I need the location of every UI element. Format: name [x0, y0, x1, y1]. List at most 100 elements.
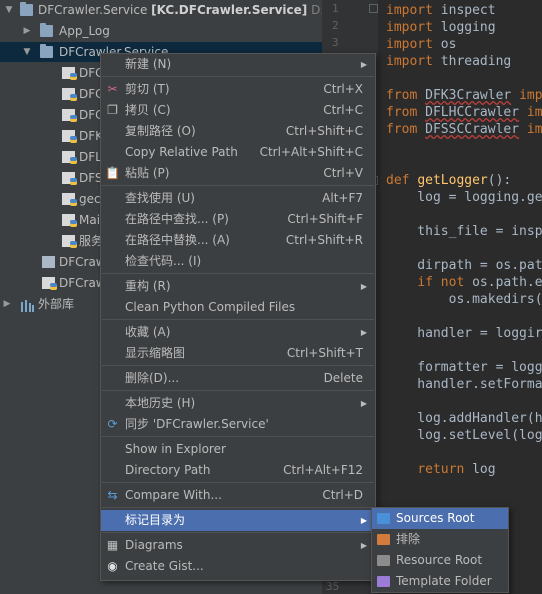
python-file-icon: [62, 67, 77, 80]
menu-item-mark-directory-as[interactable]: 标记目录为 ▶: [101, 510, 375, 531]
submenu-arrow-icon: ▶: [360, 516, 367, 525]
code-line[interactable]: log.addHandler(h: [386, 410, 542, 427]
expand-arrow-icon[interactable]: ▼: [4, 0, 14, 20]
python-file-icon: [62, 235, 77, 248]
tree-item-app-log[interactable]: ▶ App_Log: [0, 21, 322, 41]
python-file-icon: [62, 214, 77, 227]
menu-item-create-gist[interactable]: ◉ Create Gist...: [101, 556, 375, 577]
expand-arrow-icon[interactable]: ▼: [22, 42, 32, 62]
mark-directory-submenu: Sources Root 排除 Resource Root Template F…: [371, 507, 509, 593]
menu-separator: [102, 390, 374, 391]
scissors-icon: ✂: [107, 82, 118, 96]
project-file-icon: [42, 256, 55, 268]
paste-icon: 📋: [105, 166, 120, 180]
collapse-arrow-icon[interactable]: ▶: [22, 21, 32, 41]
code-line[interactable]: os.makedirs(: [386, 291, 542, 308]
menu-separator: [102, 507, 374, 508]
code-line[interactable]: import threading: [386, 53, 511, 70]
menu-item-copy-relative-path[interactable]: Copy Relative Path Ctrl+Alt+Shift+C: [101, 142, 375, 163]
menu-item-clean-python-compiled[interactable]: Clean Python Compiled Files: [101, 297, 375, 318]
menu-item-directory-path[interactable]: Directory Path Ctrl+Alt+F12: [101, 460, 375, 481]
sync-icon: ⟳: [107, 417, 118, 431]
tree-item-label: App_Log: [59, 24, 110, 38]
menu-separator: [102, 482, 374, 483]
python-file-icon: [62, 109, 77, 122]
code-line[interactable]: from DFLHCCrawler im: [386, 104, 542, 121]
menu-item-find-in-path[interactable]: 在路径中查找... (P) Ctrl+Shift+F: [101, 209, 375, 230]
context-menu: 新建 (N) ▶ ✂ 剪切 (T) Ctrl+X ❐ 拷贝 (C) Ctrl+C…: [100, 53, 376, 581]
menu-item-local-history[interactable]: 本地历史 (H) ▶: [101, 393, 375, 414]
copy-icon: ❐: [107, 103, 118, 117]
submenu-arrow-icon: ▶: [360, 541, 367, 550]
menu-item-show-thumbnail[interactable]: 显示缩略图 Ctrl+Shift+T: [101, 343, 375, 364]
submenu-arrow-icon: ▶: [360, 282, 367, 291]
line-number: 1: [332, 2, 339, 15]
code-line[interactable]: log.setLevel(log: [386, 427, 542, 444]
code-editor[interactable]: import inspect import logging import os imp…: [378, 0, 542, 594]
tree-item-label: DFL: [79, 150, 102, 164]
submenu-item-excluded[interactable]: 排除: [372, 529, 508, 550]
collapse-arrow-icon[interactable]: ▶: [2, 294, 12, 314]
menu-item-cut[interactable]: ✂ 剪切 (T) Ctrl+X: [101, 79, 375, 100]
menu-item-new[interactable]: 新建 (N) ▶: [101, 54, 375, 75]
folder-icon: [40, 44, 53, 58]
menu-item-synchronize[interactable]: ⟳ 同步 'DFCrawler.Service': [101, 414, 375, 435]
menu-separator: [102, 319, 374, 320]
code-line[interactable]: from DFK3Crawler imp: [386, 87, 542, 104]
menu-item-show-in-explorer[interactable]: Show in Explorer: [101, 439, 375, 460]
menu-item-copy[interactable]: ❐ 拷贝 (C) Ctrl+C: [101, 100, 375, 121]
sources-folder-icon: [377, 513, 390, 524]
submenu-item-template-folder[interactable]: Template Folder: [372, 571, 508, 592]
menu-item-find-usages[interactable]: 查找使用 (U) Alt+F7: [101, 188, 375, 209]
line-number: 3: [332, 36, 339, 49]
folder-icon: [20, 2, 33, 16]
python-file-icon: [62, 130, 77, 143]
compare-icon: ⇆: [107, 488, 118, 502]
line-number: 2: [332, 19, 339, 32]
fold-marker-icon[interactable]: [369, 4, 378, 13]
code-line[interactable]: import inspect: [386, 2, 496, 19]
python-file-icon: [62, 193, 77, 206]
tree-item-label: Mai: [79, 213, 101, 227]
code-line[interactable]: import logging: [386, 19, 496, 36]
submenu-arrow-icon: ▶: [360, 399, 367, 408]
menu-item-favorites[interactable]: 收藏 (A) ▶: [101, 322, 375, 343]
tree-item-label: DFCraw: [59, 276, 106, 290]
menu-item-copy-path[interactable]: 复制路径 (O) Ctrl+Shift+C: [101, 121, 375, 142]
menu-item-compare-with[interactable]: ⇆ Compare With... Ctrl+D: [101, 485, 375, 506]
code-line[interactable]: handler.setForma: [386, 376, 542, 393]
menu-item-replace-in-path[interactable]: 在路径中替换... (A) Ctrl+Shift+R: [101, 230, 375, 251]
menu-item-delete[interactable]: 删除(D)... Delete: [101, 368, 375, 389]
code-line[interactable]: log = logging.ge: [386, 189, 542, 206]
code-line[interactable]: dirpath = os.pat: [386, 257, 542, 274]
menu-separator: [102, 532, 374, 533]
submenu-item-resource-root[interactable]: Resource Root: [372, 550, 508, 571]
tree-item-label: 外部库: [38, 297, 75, 311]
code-line[interactable]: def getLogger():: [386, 172, 511, 189]
code-line[interactable]: if not os.path.e: [386, 274, 542, 291]
tree-item-label: DFCraw: [59, 255, 106, 269]
menu-separator: [102, 436, 374, 437]
folder-icon: [40, 23, 53, 37]
submenu-item-sources-root[interactable]: Sources Root: [372, 508, 508, 529]
menu-item-refactor[interactable]: 重构 (R) ▶: [101, 276, 375, 297]
code-line[interactable]: from DFSSCCrawler im: [386, 121, 542, 138]
library-icon: [20, 298, 34, 312]
tree-item-label: gec: [79, 192, 101, 206]
python-file-icon: [62, 151, 77, 164]
tree-root-row[interactable]: ▼ DFCrawler.Service [KC.DFCrawler.Servic…: [0, 0, 322, 20]
menu-item-diagrams[interactable]: ▦ Diagrams ▶: [101, 535, 375, 556]
code-line[interactable]: handler = loggir: [386, 325, 542, 342]
excluded-folder-icon: [377, 534, 390, 545]
menu-item-paste[interactable]: 📋 粘贴 (P) Ctrl+V: [101, 163, 375, 184]
resource-folder-icon: [377, 555, 390, 566]
code-line[interactable]: import os: [386, 36, 456, 53]
menu-item-inspect-code[interactable]: 检查代码... (I): [101, 251, 375, 272]
python-file-icon: [62, 172, 77, 185]
code-line[interactable]: this_file = insp: [386, 223, 542, 240]
tree-root-label: DFCrawler.Service [KC.DFCrawler.Service]…: [38, 3, 322, 17]
line-number: 35: [326, 580, 340, 593]
python-file-icon: [62, 88, 77, 101]
code-line[interactable]: formatter = logg: [386, 359, 542, 376]
code-line[interactable]: return log: [386, 461, 495, 478]
